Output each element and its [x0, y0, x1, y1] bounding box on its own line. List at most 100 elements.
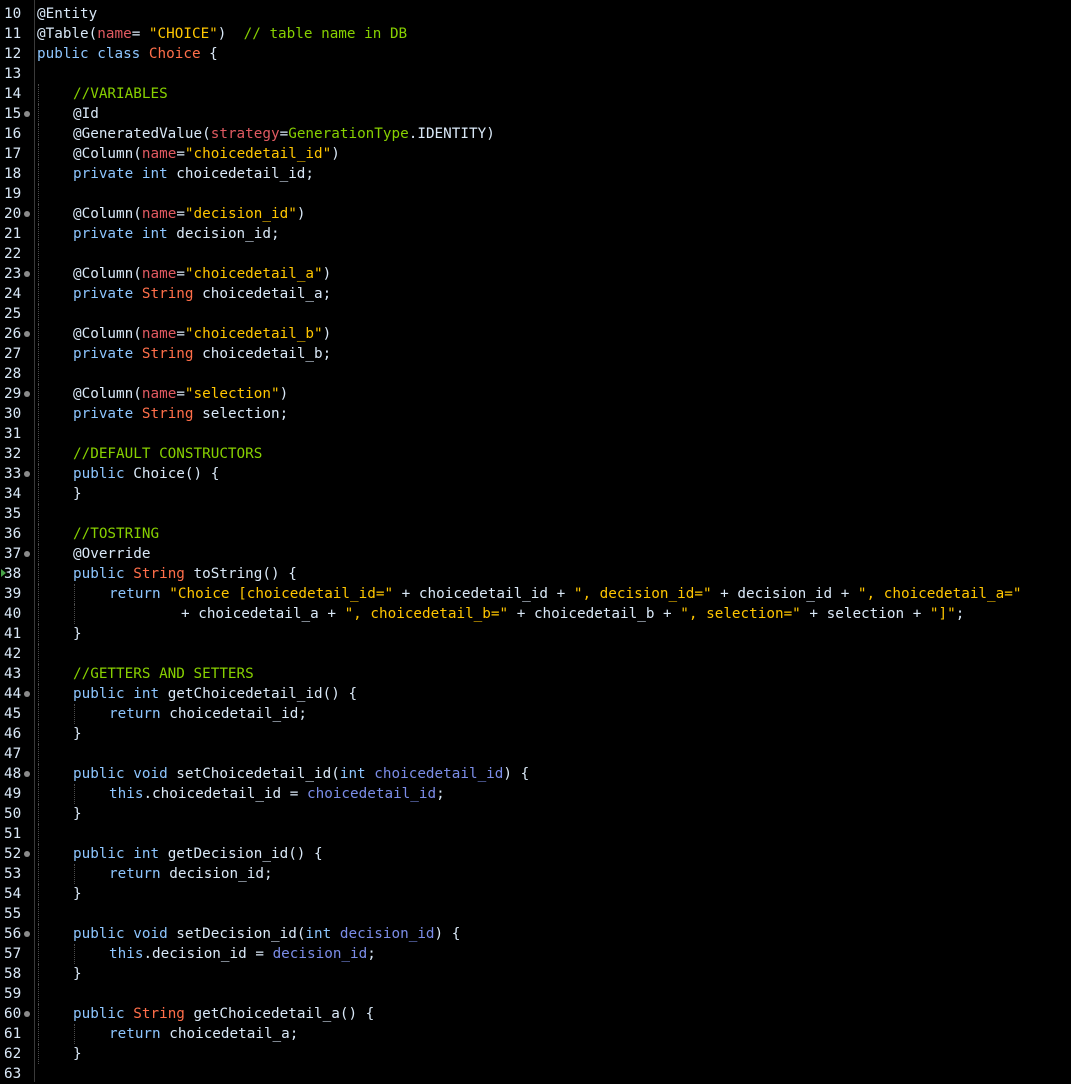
line-gutter: 37 — [0, 544, 30, 564]
code-line[interactable]: 19 — [0, 184, 1071, 204]
code-line[interactable]: 61 return choicedetail_a; — [0, 1024, 1071, 1044]
code-token-method: setChoicedetail_id — [176, 766, 332, 782]
code-text: public void setDecision_id(int decision_… — [73, 924, 460, 944]
code-text: } — [73, 1044, 82, 1064]
code-token-plain: ; — [298, 706, 307, 722]
code-line[interactable]: 22 — [0, 244, 1071, 264]
code-token-annotation: @Column( — [73, 146, 142, 162]
code-line[interactable]: 30 private String selection; — [0, 404, 1071, 424]
code-line[interactable]: 26 @Column(name="choicedetail_b") — [0, 324, 1071, 344]
code-editor[interactable]: 10 @Entity 11 @Table(name= "CHOICE") // tab… — [0, 0, 1071, 1082]
code-line[interactable]: 11 @Table(name= "CHOICE") // table name i… — [0, 24, 1071, 44]
override-marker-icon[interactable] — [1, 569, 6, 577]
code-line[interactable]: 51 — [0, 824, 1071, 844]
line-gutter: 47 — [0, 744, 30, 764]
indent-guide — [38, 84, 39, 104]
code-line[interactable]: 14 //VARIABLES — [0, 84, 1071, 104]
indent-guide — [38, 584, 39, 604]
fold-toggle-icon[interactable] — [24, 551, 30, 557]
code-token-field: choicedetail_b — [533, 606, 655, 622]
code-line[interactable]: 13 — [0, 64, 1071, 84]
code-line[interactable]: 49 this.choicedetail_id = choicedetail_id… — [0, 784, 1071, 804]
code-token-keyword: public void — [73, 926, 177, 942]
code-line[interactable]: 41} — [0, 624, 1071, 644]
indent-guide — [38, 664, 39, 684]
fold-toggle-icon[interactable] — [24, 391, 30, 397]
code-line[interactable]: 37 @Override — [0, 544, 1071, 564]
code-token-plain: ) — [331, 146, 340, 162]
code-line[interactable]: 53 return decision_id; — [0, 864, 1071, 884]
code-line[interactable]: 27 private String choicedetail_b; — [0, 344, 1071, 364]
line-number: 13 — [4, 66, 22, 82]
code-token-param: choicedetail_id — [374, 766, 504, 782]
code-line[interactable]: 35 — [0, 504, 1071, 524]
fold-toggle-icon[interactable] — [24, 771, 30, 777]
code-line[interactable]: 32 //DEFAULT CONSTRUCTORS — [0, 444, 1071, 464]
line-gutter: 21 — [0, 224, 30, 244]
line-gutter: 54 — [0, 884, 30, 904]
code-line[interactable]: 31 — [0, 424, 1071, 444]
code-token-comment: //DEFAULT CONSTRUCTORS — [73, 446, 263, 462]
code-line[interactable]: 25 — [0, 304, 1071, 324]
code-line[interactable]: 45 return choicedetail_id; — [0, 704, 1071, 724]
code-text: private int choicedetail_id; — [73, 164, 314, 184]
code-line[interactable]: 28 — [0, 364, 1071, 384]
fold-toggle-icon[interactable] — [24, 931, 30, 937]
code-token-keyword: public — [73, 1006, 134, 1022]
code-line[interactable]: 58} — [0, 964, 1071, 984]
code-token-plain: } — [73, 966, 82, 982]
code-token-plain: } — [73, 1046, 82, 1062]
code-line[interactable]: 33 public Choice() { — [0, 464, 1071, 484]
code-line[interactable]: 12 public class Choice { — [0, 44, 1071, 64]
fold-toggle-icon[interactable] — [24, 331, 30, 337]
code-line[interactable]: 24 private String choicedetail_a; — [0, 284, 1071, 304]
fold-toggle-icon[interactable] — [24, 271, 30, 277]
fold-toggle-icon[interactable] — [24, 211, 30, 217]
code-token-plain: ) { — [434, 926, 461, 942]
code-line[interactable]: 18 private int choicedetail_id; — [0, 164, 1071, 184]
code-line[interactable]: 38 public String toString() { — [0, 564, 1071, 584]
code-line[interactable]: 44 public int getChoicedetail_id() { — [0, 684, 1071, 704]
code-line[interactable]: 15 @Id — [0, 104, 1071, 124]
code-line[interactable]: 60 public String getChoicedetail_a() { — [0, 1004, 1071, 1024]
code-line[interactable]: 46} — [0, 724, 1071, 744]
code-line[interactable]: 52 public int getDecision_id() { — [0, 844, 1071, 864]
code-line[interactable]: 48 public void setChoicedetail_id(int cho… — [0, 764, 1071, 784]
code-line[interactable]: 10 @Entity — [0, 4, 1071, 24]
fold-toggle-icon[interactable] — [24, 851, 30, 857]
fold-toggle-icon[interactable] — [24, 471, 30, 477]
code-line[interactable]: 40 + choicedetail_a + ", choicedetail_b="… — [0, 604, 1071, 624]
code-token-keyword: private int — [73, 226, 177, 242]
line-gutter: 33 — [0, 464, 30, 484]
code-line[interactable]: 59 — [0, 984, 1071, 1004]
code-line[interactable]: 21 private int decision_id; — [0, 224, 1071, 244]
code-line[interactable]: 55 — [0, 904, 1071, 924]
fold-toggle-icon[interactable] — [24, 691, 30, 697]
code-line[interactable]: 42 — [0, 644, 1071, 664]
code-line[interactable]: 16 @GeneratedValue(strategy=GenerationTyp… — [0, 124, 1071, 144]
code-line[interactable]: 20 @Column(name="decision_id") — [0, 204, 1071, 224]
indent-guide — [38, 244, 39, 264]
indent-guide — [38, 284, 39, 304]
indent-guide — [38, 904, 39, 924]
code-line[interactable]: 54} — [0, 884, 1071, 904]
code-line[interactable]: 62} — [0, 1044, 1071, 1064]
code-line[interactable]: 63 — [0, 1064, 1071, 1084]
code-token-annotation: @Column( — [73, 266, 142, 282]
fold-toggle-icon[interactable] — [24, 1011, 30, 1017]
code-token-annotation: @Column( — [73, 386, 142, 402]
code-line[interactable]: 50} — [0, 804, 1071, 824]
code-line[interactable]: 34} — [0, 484, 1071, 504]
code-line[interactable]: 29 @Column(name="selection") — [0, 384, 1071, 404]
code-line[interactable]: 39 return "Choice [choicedetail_id=" + ch… — [0, 584, 1071, 604]
code-line[interactable]: 47 — [0, 744, 1071, 764]
code-line[interactable]: 23 @Column(name="choicedetail_a") — [0, 264, 1071, 284]
code-line[interactable]: 57 this.decision_id = decision_id; — [0, 944, 1071, 964]
code-line[interactable]: 56 public void setDecision_id(int decisio… — [0, 924, 1071, 944]
indent-guide — [38, 684, 39, 704]
code-line[interactable]: 17 @Column(name="choicedetail_id") — [0, 144, 1071, 164]
code-line[interactable]: 36 //TOSTRING — [0, 524, 1071, 544]
code-line[interactable]: 43 //GETTERS AND SETTERS — [0, 664, 1071, 684]
fold-toggle-icon[interactable] — [24, 111, 30, 117]
code-token-plain: = — [176, 146, 185, 162]
